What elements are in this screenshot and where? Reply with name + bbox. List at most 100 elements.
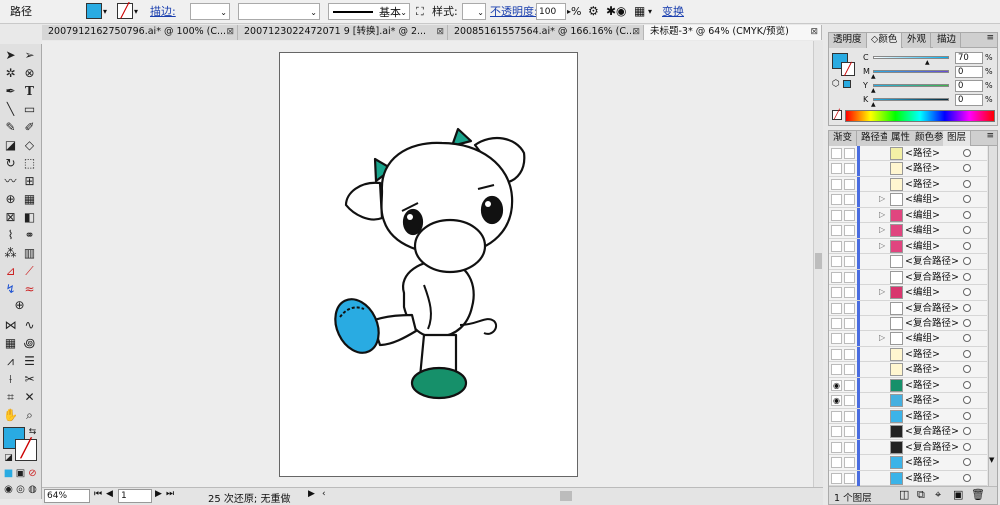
lock-toggle[interactable] bbox=[844, 410, 855, 422]
none-color-icon[interactable]: ╱ bbox=[832, 110, 842, 120]
layer-name[interactable]: <编组> bbox=[905, 193, 940, 206]
lock-toggle[interactable] bbox=[844, 333, 855, 345]
layer-name[interactable]: <复合路径> bbox=[905, 271, 959, 284]
layer-row[interactable]: ▷ <编组> bbox=[829, 331, 987, 347]
paintbrush-icon[interactable]: ✎ bbox=[2, 119, 19, 135]
expand-icon[interactable]: ▷ bbox=[879, 225, 885, 234]
lock-toggle[interactable] bbox=[844, 256, 855, 268]
target-icon[interactable] bbox=[963, 272, 971, 281]
target-icon[interactable] bbox=[963, 179, 971, 188]
mesh-tool-icon[interactable]: ⊠ bbox=[2, 209, 19, 225]
target-icon[interactable] bbox=[963, 164, 971, 173]
channel-k-handle[interactable]: ▲ bbox=[871, 101, 876, 108]
visibility-toggle[interactable] bbox=[831, 318, 842, 329]
channel-k-value[interactable]: 0 bbox=[955, 94, 983, 106]
lock-toggle[interactable] bbox=[844, 178, 855, 190]
visibility-toggle[interactable] bbox=[831, 225, 842, 237]
status-menu-icon[interactable]: ▶ bbox=[308, 489, 315, 499]
visibility-toggle[interactable] bbox=[831, 163, 842, 175]
stroke-dropdown-icon[interactable]: ▾ bbox=[134, 3, 144, 20]
tab-layers[interactable]: 图层 bbox=[943, 131, 972, 146]
color-spectrum[interactable] bbox=[845, 110, 995, 122]
layer-row[interactable]: <路径> bbox=[829, 161, 987, 177]
layer-name[interactable]: <复合路径> bbox=[905, 302, 959, 315]
prev-page-icon[interactable]: ◀ bbox=[106, 489, 113, 499]
expand-icon[interactable]: ▷ bbox=[879, 333, 885, 342]
document-tab[interactable]: 2007123022472071 9 [转换].ai* @ 2... ⊠ bbox=[238, 25, 448, 40]
opacity-input[interactable]: 100 bbox=[536, 3, 566, 20]
selection-tool-icon[interactable]: ➤ bbox=[2, 47, 19, 63]
document-tab-active[interactable]: 未标题-3* @ 64% (CMYK/预览) ⊠ bbox=[644, 25, 822, 40]
visibility-toggle[interactable]: ◉ bbox=[831, 395, 842, 407]
panel-menu-icon[interactable]: ≡ bbox=[986, 131, 994, 141]
layer-name[interactable]: <复合路径> bbox=[905, 255, 959, 268]
align-dropdown-icon[interactable]: ▾ bbox=[648, 3, 652, 20]
variable-width-dropdown[interactable]: ⌄ bbox=[238, 3, 320, 20]
direct-selection-tool-icon[interactable]: ➢ bbox=[21, 47, 38, 63]
visibility-toggle[interactable]: ◉ bbox=[831, 379, 842, 391]
layer-name[interactable]: <路径> bbox=[905, 472, 940, 485]
target-icon[interactable] bbox=[963, 210, 971, 219]
channel-m-value[interactable]: 0 bbox=[955, 66, 983, 78]
channel-y-value[interactable]: 0 bbox=[955, 80, 983, 92]
target-icon[interactable] bbox=[963, 427, 971, 436]
first-page-icon[interactable]: ⏮ bbox=[94, 489, 102, 499]
visibility-toggle[interactable] bbox=[831, 240, 842, 252]
style-dropdown[interactable]: ⌄ bbox=[462, 3, 486, 20]
layer-row[interactable]: <路径> bbox=[829, 346, 987, 363]
align-icon[interactable]: ▦ bbox=[634, 3, 645, 20]
visibility-toggle[interactable] bbox=[831, 271, 842, 283]
target-icon[interactable] bbox=[963, 319, 971, 327]
pen-cross-icon[interactable]: ✕ bbox=[21, 389, 38, 405]
horizontal-scrollbar-thumb[interactable] bbox=[560, 491, 572, 501]
panel-menu-icon[interactable]: ≡ bbox=[986, 33, 994, 43]
target-icon[interactable] bbox=[963, 458, 971, 467]
close-icon[interactable]: ⊠ bbox=[226, 25, 234, 39]
expand-icon[interactable]: ▷ bbox=[879, 210, 885, 219]
globe-icon[interactable]: ◉ bbox=[616, 3, 626, 20]
layer-row[interactable]: ◉ <路径> bbox=[829, 377, 987, 394]
layer-name[interactable]: <编组> bbox=[905, 286, 940, 299]
target-icon[interactable] bbox=[963, 411, 971, 420]
web-safe-swatch[interactable] bbox=[843, 80, 851, 88]
channel-c-handle[interactable]: ▲ bbox=[925, 59, 930, 66]
tab-transparency[interactable]: 透明度 bbox=[829, 33, 867, 48]
zigzag-icon[interactable]: ⩘ bbox=[2, 353, 19, 369]
visibility-toggle[interactable] bbox=[831, 209, 842, 221]
scroll-down-icon[interactable]: ▼ bbox=[989, 456, 994, 464]
lock-toggle[interactable] bbox=[844, 194, 855, 206]
symbol-sprayer-icon[interactable]: ⁂ bbox=[2, 245, 19, 261]
close-icon[interactable]: ⊠ bbox=[810, 25, 818, 39]
scissors-icon[interactable]: ✂ bbox=[21, 371, 38, 387]
layer-name[interactable]: <路径> bbox=[905, 178, 940, 191]
artboard[interactable] bbox=[279, 52, 578, 477]
visibility-toggle[interactable] bbox=[831, 410, 842, 422]
bow-tie-icon[interactable]: ⋈ bbox=[2, 317, 19, 333]
scale-tool-icon[interactable]: ⬚ bbox=[21, 155, 38, 171]
channel-c-value[interactable]: 70 bbox=[955, 52, 983, 64]
vertical-scrollbar[interactable] bbox=[813, 41, 823, 487]
settings-icon[interactable]: ⚙ bbox=[588, 3, 599, 20]
channel-y-slider[interactable] bbox=[873, 84, 949, 87]
brush-dropdown[interactable]: 基本 ⌄ bbox=[328, 3, 410, 20]
lock-toggle[interactable] bbox=[844, 225, 855, 237]
default-colors-icon[interactable]: ◪ bbox=[0, 450, 17, 466]
right-eye[interactable] bbox=[480, 195, 504, 225]
tab-color[interactable]: ◇颜色 bbox=[867, 33, 903, 48]
target-icon[interactable] bbox=[963, 288, 971, 297]
swap-colors-icon[interactable]: ⇆ bbox=[24, 424, 41, 440]
visibility-toggle[interactable] bbox=[831, 441, 842, 453]
crosshair-icon[interactable]: ⊕ bbox=[11, 297, 28, 313]
green-hoof[interactable] bbox=[410, 366, 468, 400]
lock-toggle[interactable] bbox=[844, 240, 855, 252]
visibility-toggle[interactable] bbox=[831, 302, 842, 314]
out-of-gamut-icon[interactable]: ⬡ bbox=[832, 79, 840, 89]
crop-icon[interactable]: ⌗ bbox=[2, 389, 19, 405]
layer-name[interactable]: <路径> bbox=[905, 410, 940, 423]
lock-toggle[interactable] bbox=[844, 318, 855, 329]
line-tool-icon[interactable]: ╲ bbox=[2, 101, 19, 117]
visibility-toggle[interactable] bbox=[831, 178, 842, 190]
expand-icon[interactable]: ▷ bbox=[879, 287, 885, 296]
layer-row[interactable]: <路径> bbox=[829, 146, 987, 162]
layer-name[interactable]: <编组> bbox=[905, 209, 940, 222]
